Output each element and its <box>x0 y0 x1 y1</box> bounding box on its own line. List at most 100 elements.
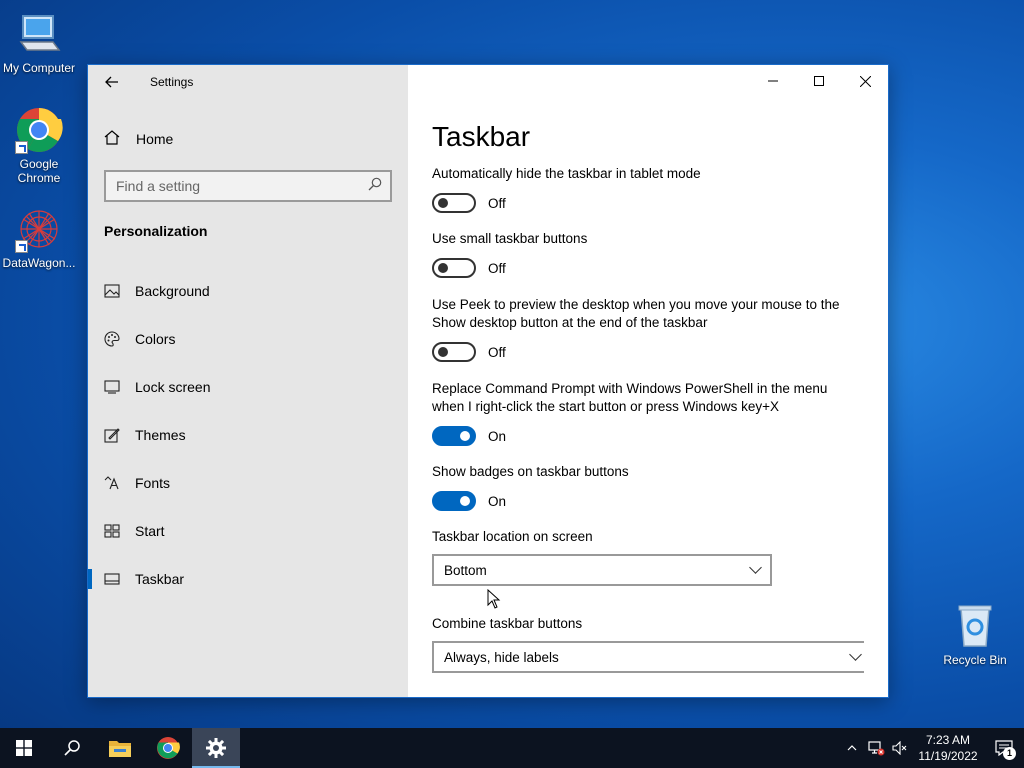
taskbar-file-explorer[interactable] <box>96 728 144 768</box>
sidebar-item-colors[interactable]: Colors <box>88 315 408 363</box>
desktop-icon-label: Google Chrome <box>17 157 61 185</box>
setting-label: Use small taskbar buttons <box>432 231 588 246</box>
sidebar-item-label: Colors <box>135 331 176 347</box>
sidebar-item-label: Lock screen <box>135 379 211 395</box>
setting-label: Taskbar location on screen <box>432 529 593 544</box>
mouse-cursor-icon <box>487 589 501 609</box>
desktop-icon-datawagon[interactable]: DataWagon... <box>0 205 78 270</box>
content-pane: Taskbar Automatically hide the taskbar i… <box>408 65 888 697</box>
gear-icon <box>206 738 226 758</box>
shortcut-arrow-icon <box>15 240 28 253</box>
dropdown-value: Always, hide labels <box>444 649 559 665</box>
setting-label: Show badges on taskbar buttons <box>432 464 629 479</box>
minimize-button[interactable] <box>750 65 796 97</box>
desktop-icon-recycle-bin[interactable]: Recycle Bin <box>936 602 1014 667</box>
sidebar-item-label: Taskbar <box>135 571 185 587</box>
sidebar-item-themes[interactable]: Themes <box>88 411 408 459</box>
toggle-state: On <box>488 493 507 509</box>
back-arrow-icon <box>105 76 118 88</box>
chrome-icon <box>157 737 180 759</box>
maximize-icon <box>814 76 824 86</box>
sidebar-item-taskbar[interactable]: Taskbar <box>88 555 408 603</box>
chevron-down-icon <box>849 648 862 661</box>
clock[interactable]: 7:23 AM 11/19/2022 <box>912 732 984 764</box>
taskbar-location-dropdown[interactable]: Bottom <box>432 554 772 586</box>
title-bar: Settings <box>88 65 408 99</box>
shortcut-arrow-icon <box>15 141 28 154</box>
volume-muted-icon <box>892 741 907 755</box>
toggle-state: Off <box>488 195 506 211</box>
notification-badge: 1 <box>1003 747 1016 760</box>
search-input[interactable] <box>116 178 346 194</box>
setting-label: Combine taskbar buttons <box>432 616 583 631</box>
sidebar-item-start[interactable]: Start <box>88 507 408 555</box>
home-label: Home <box>136 131 174 147</box>
setting-label: Replace Command Prompt with Windows Powe… <box>432 381 828 414</box>
toggle-peek[interactable] <box>432 342 476 362</box>
toggle-state: Off <box>488 344 506 360</box>
setting-label: Use Peek to preview the desktop when you… <box>432 297 840 330</box>
taskbar-icon <box>104 571 120 587</box>
sidebar-item-label: Themes <box>135 427 186 443</box>
sidebar-item-label: Background <box>135 283 210 299</box>
datawagon-icon <box>15 205 63 253</box>
section-title: Personalization <box>104 223 208 239</box>
computer-icon <box>15 10 63 58</box>
dropdown-value: Bottom <box>444 562 487 578</box>
sidebar-item-label: Fonts <box>135 475 171 491</box>
chrome-icon <box>15 106 63 154</box>
folder-icon <box>109 741 131 757</box>
toggle-auto-hide-tablet[interactable] <box>432 193 476 213</box>
toggle-state: Off <box>488 260 506 276</box>
desktop-icon-google-chrome[interactable]: Google Chrome <box>0 106 78 185</box>
sidebar-item-fonts[interactable]: Fonts <box>88 459 408 507</box>
recycle-bin-icon <box>951 602 999 650</box>
setting-auto-hide-tablet: Automatically hide the taskbar in tablet… <box>432 165 872 213</box>
setting-powershell: Replace Command Prompt with Windows Powe… <box>432 380 852 446</box>
setting-label: Automatically hide the taskbar in tablet… <box>432 166 701 181</box>
page-title: Taskbar <box>432 121 531 152</box>
app-title: Settings <box>150 75 194 89</box>
start-icon <box>104 523 120 539</box>
windows-logo-icon <box>16 740 32 756</box>
back-button[interactable] <box>88 65 136 99</box>
taskbar: 7:23 AM 11/19/2022 1 <box>0 728 1024 768</box>
home-link[interactable]: Home <box>104 125 173 153</box>
action-center-button[interactable]: 1 <box>984 728 1024 768</box>
fonts-icon <box>104 475 120 491</box>
show-hidden-icons-button[interactable] <box>840 728 864 768</box>
network-button[interactable] <box>864 728 888 768</box>
volume-button[interactable] <box>888 728 912 768</box>
close-icon <box>859 75 871 87</box>
combine-buttons-dropdown[interactable]: Always, hide labels <box>432 641 864 673</box>
clock-time: 7:23 AM <box>925 733 971 747</box>
maximize-button[interactable] <box>796 65 842 97</box>
toggle-badges[interactable] <box>432 491 476 511</box>
search-box[interactable] <box>104 170 392 202</box>
search-button[interactable] <box>48 728 96 768</box>
close-button[interactable] <box>842 65 888 97</box>
taskbar-chrome[interactable] <box>144 728 192 768</box>
toggle-state: On <box>488 428 507 444</box>
system-tray: 7:23 AM 11/19/2022 1 <box>840 728 1024 768</box>
caption-buttons <box>750 65 888 97</box>
start-button[interactable] <box>0 728 48 768</box>
setting-peek: Use Peek to preview the desktop when you… <box>432 296 872 362</box>
taskbar-settings[interactable] <box>192 728 240 768</box>
toggle-powershell[interactable] <box>432 426 476 446</box>
sidebar-item-lock-screen[interactable]: Lock screen <box>88 363 408 411</box>
home-icon <box>104 129 120 149</box>
chevron-up-icon <box>847 745 857 751</box>
palette-icon <box>104 331 120 347</box>
setting-combine-buttons: Combine taskbar buttons Always, hide lab… <box>432 615 872 673</box>
themes-icon <box>104 427 120 443</box>
image-icon <box>104 283 120 299</box>
network-disconnected-icon <box>868 741 885 756</box>
setting-taskbar-location: Taskbar location on screen Bottom <box>432 528 872 586</box>
lock-screen-icon <box>104 379 120 395</box>
sidebar-item-background[interactable]: Background <box>88 267 408 315</box>
toggle-small-buttons[interactable] <box>432 258 476 278</box>
chevron-down-icon <box>749 561 762 574</box>
desktop-icon-my-computer[interactable]: My Computer <box>0 10 78 75</box>
clock-date: 11/19/2022 <box>918 749 978 763</box>
